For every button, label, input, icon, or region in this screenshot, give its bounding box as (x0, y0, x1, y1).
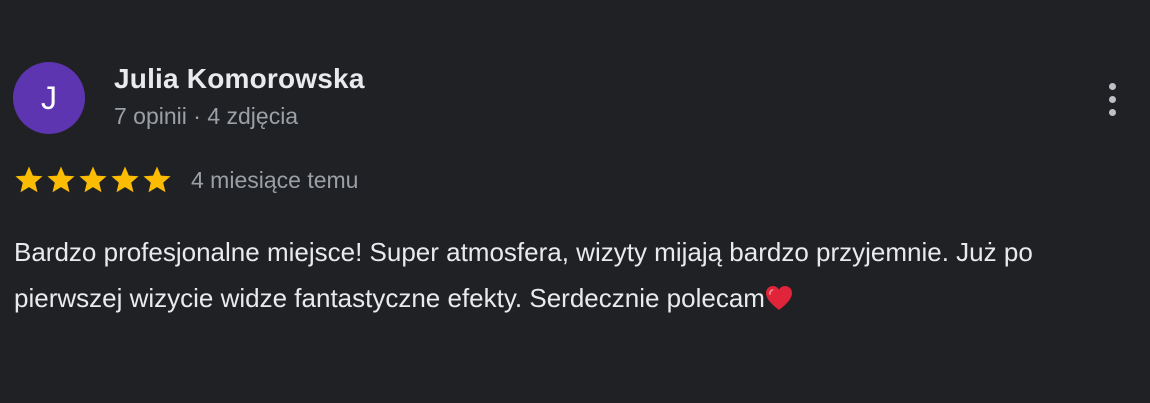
more-vert-icon-dot (1108, 95, 1116, 103)
star-icon (143, 166, 171, 193)
heart-icon (765, 286, 792, 310)
star-icon (47, 166, 75, 193)
star-rating (13, 164, 173, 196)
review-card: J Julia Komorowska 7 opinii · 4 zdjęcia … (0, 0, 1150, 403)
star-icon (79, 166, 107, 193)
avatar[interactable]: J (13, 62, 85, 134)
more-vert-icon-dot (1108, 108, 1116, 116)
review-date: 4 miesiące temu (191, 166, 359, 193)
more-vert-icon-dot (1108, 82, 1116, 90)
rating-row: 4 miesiące temu (13, 164, 358, 196)
star-icon (15, 166, 43, 193)
review-text-body: Bardzo profesjonalne miejsce! Super atmo… (14, 237, 1033, 313)
review-text: Bardzo profesjonalne miejsce! Super atmo… (14, 229, 1124, 321)
author-name[interactable]: Julia Komorowska (114, 63, 365, 95)
avatar-initial: J (41, 79, 57, 116)
author-meta: 7 opinii · 4 zdjęcia (114, 103, 299, 129)
star-icon (111, 166, 139, 193)
more-options-button[interactable] (1095, 76, 1129, 122)
